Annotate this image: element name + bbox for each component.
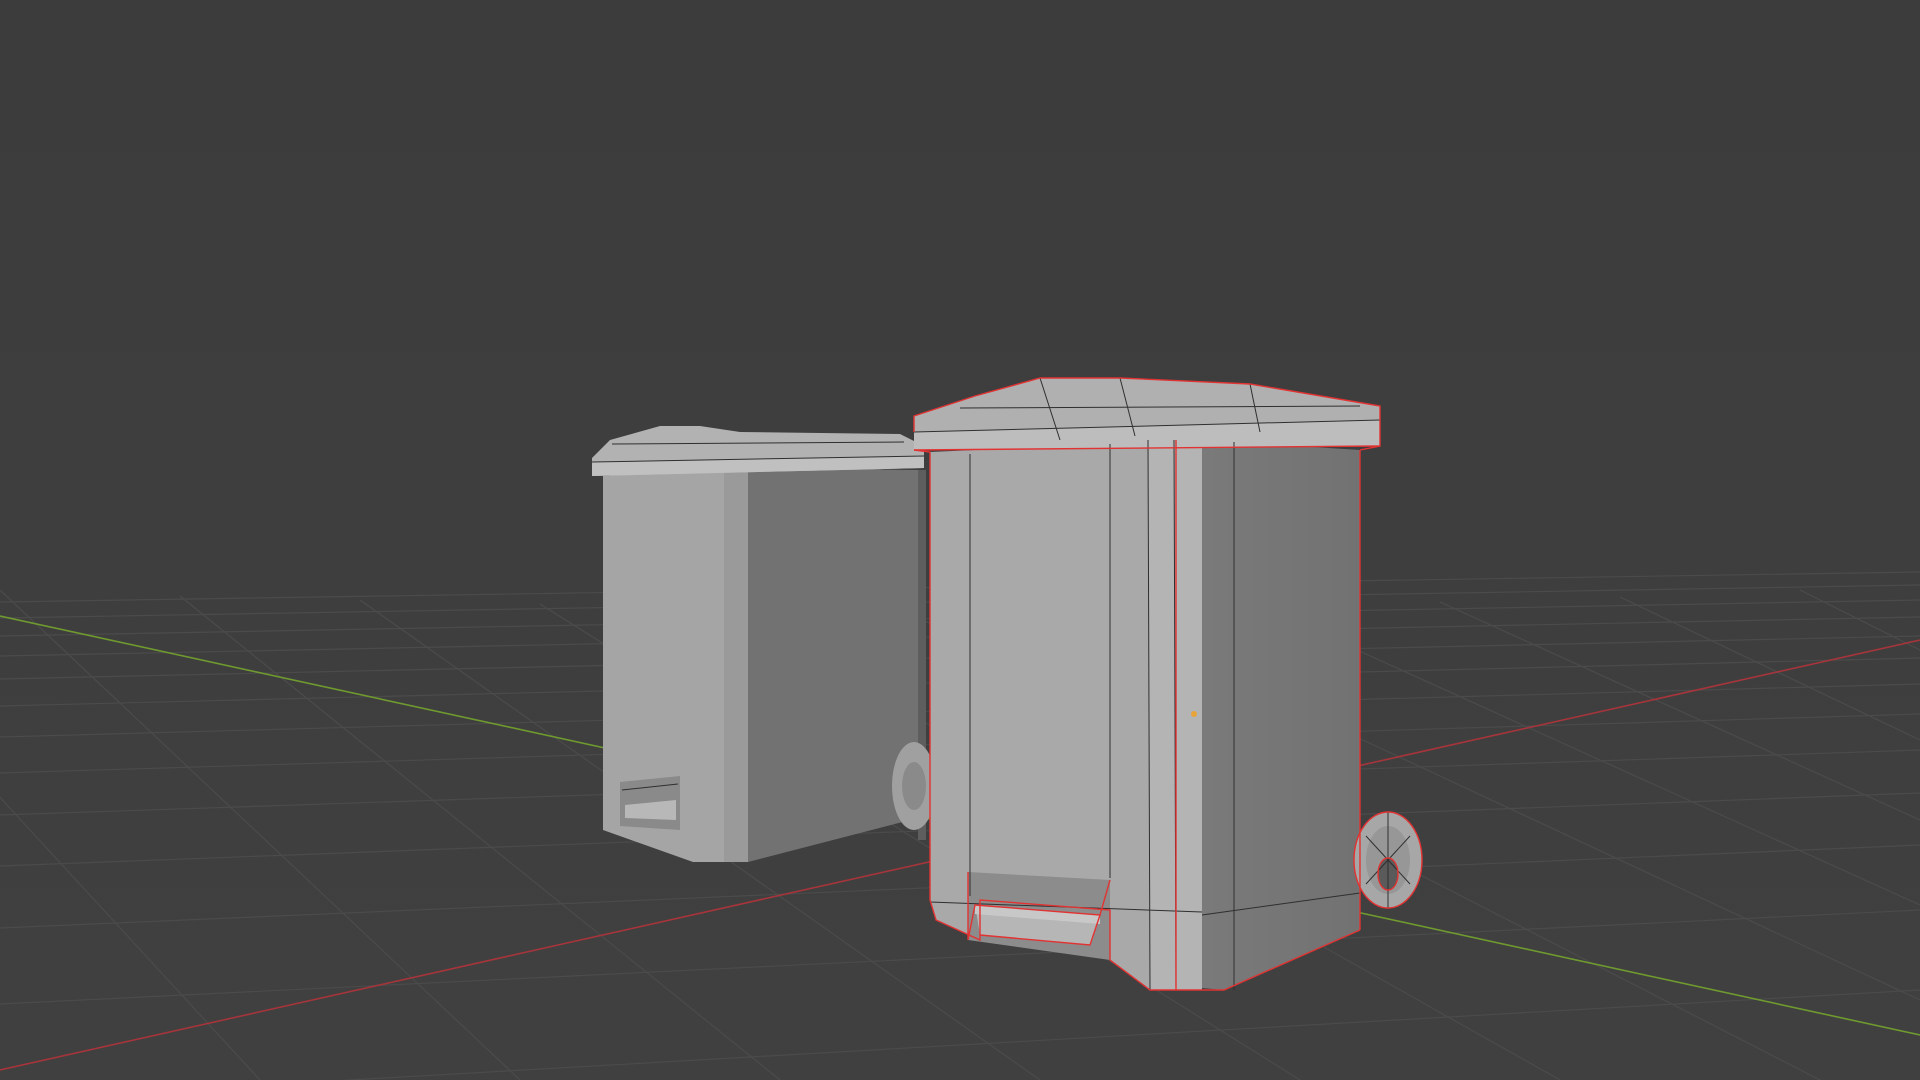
3d-viewport[interactable] (0, 0, 1920, 1080)
viewport-canvas[interactable] (0, 0, 1920, 1080)
bin-model-unselected[interactable] (591, 426, 936, 862)
object-origin-dot (1191, 711, 1197, 717)
bin-model-selected[interactable] (913, 377, 1423, 991)
